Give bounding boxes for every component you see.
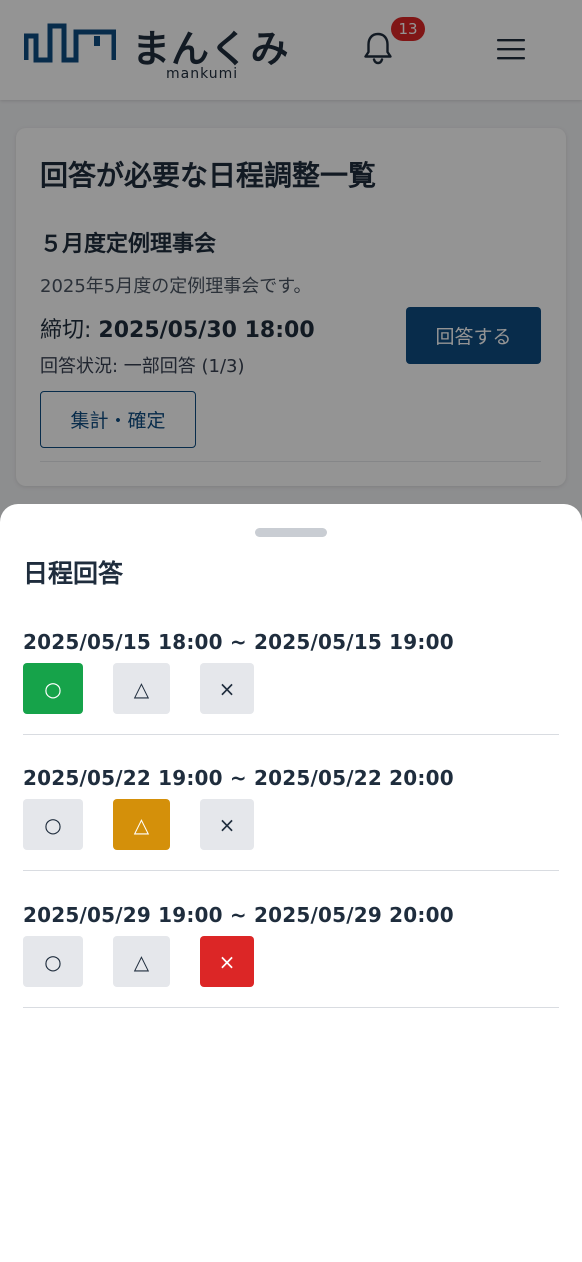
slot-time: 2025/05/29 19:00 ~ 2025/05/29 20:00 xyxy=(23,903,454,927)
slot-time: 2025/05/22 19:00 ~ 2025/05/22 20:00 xyxy=(23,766,454,790)
option-no-button[interactable]: × xyxy=(200,799,254,850)
divider xyxy=(23,870,559,871)
slot-time: 2025/05/15 18:00 ~ 2025/05/15 19:00 xyxy=(23,630,454,654)
sheet-drag-handle[interactable] xyxy=(255,528,327,537)
divider xyxy=(23,1007,559,1008)
time-slot: 2025/05/15 18:00 ~ 2025/05/15 19:00 ○ △ … xyxy=(23,630,559,766)
time-slot: 2025/05/22 19:00 ~ 2025/05/22 20:00 ○ △ … xyxy=(23,766,559,902)
sheet-title: 日程回答 xyxy=(23,559,124,588)
option-maybe-button[interactable]: △ xyxy=(113,663,170,714)
option-ok-button[interactable]: ○ xyxy=(23,936,83,987)
divider xyxy=(23,734,559,735)
option-maybe-button[interactable]: △ xyxy=(113,799,170,850)
option-no-button[interactable]: × xyxy=(200,936,254,987)
option-maybe-button[interactable]: △ xyxy=(113,936,170,987)
time-slot: 2025/05/29 19:00 ~ 2025/05/29 20:00 ○ △ … xyxy=(23,903,559,1039)
option-ok-button[interactable]: ○ xyxy=(23,663,83,714)
option-ok-button[interactable]: ○ xyxy=(23,799,83,850)
schedule-answer-sheet: 日程回答 2025/05/15 18:00 ~ 2025/05/15 19:00… xyxy=(0,504,582,1262)
option-no-button[interactable]: × xyxy=(200,663,254,714)
